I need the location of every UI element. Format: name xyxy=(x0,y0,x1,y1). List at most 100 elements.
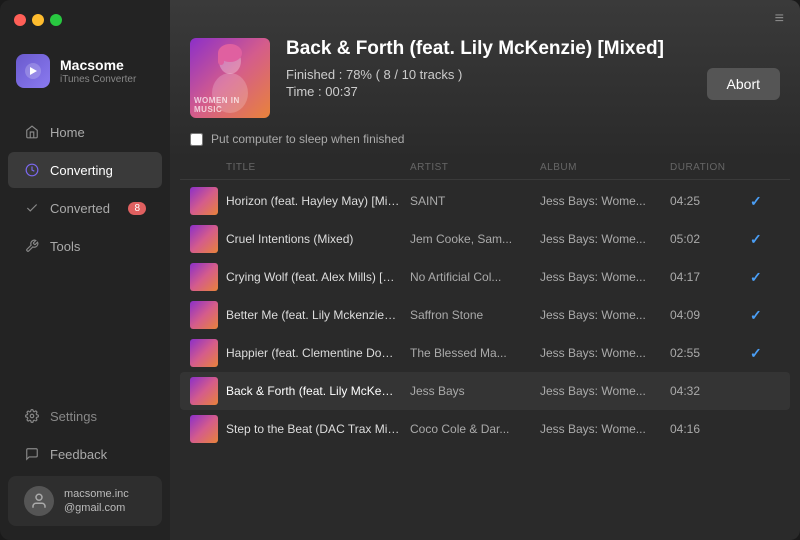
track-list-header: TITLE ARTIST ALBUM DURATION xyxy=(180,156,790,180)
sidebar-label-converted: Converted xyxy=(50,201,110,216)
track-thumb-4 xyxy=(190,339,226,367)
user-email: macsome.inc @gmail.com xyxy=(64,487,129,516)
album-art-inner: WOMEN INMUSIC xyxy=(190,38,270,118)
sidebar-item-converted[interactable]: Converted 8 xyxy=(8,190,162,226)
track-title-2: Crying Wolf (feat. Alex Mills) [Mixed] xyxy=(226,270,410,284)
user-email-line1: macsome.inc xyxy=(64,488,129,500)
track-thumb-5 xyxy=(190,377,226,405)
sleep-checkbox-label: Put computer to sleep when finished xyxy=(211,132,404,146)
track-album-5: Jess Bays: Wome... xyxy=(540,384,670,398)
track-duration-3: 04:09 xyxy=(670,308,750,322)
track-rows: Horizon (feat. Hayley May) [Mixed] SAINT… xyxy=(180,182,790,448)
sleep-checkbox-row: Put computer to sleep when finished xyxy=(170,132,800,156)
track-album-2: Jess Bays: Wome... xyxy=(540,270,670,284)
table-row[interactable]: Cruel Intentions (Mixed) Jem Cooke, Sam.… xyxy=(180,220,790,258)
track-duration-6: 04:16 xyxy=(670,422,750,436)
col-thumb xyxy=(190,162,226,173)
sleep-checkbox-input[interactable] xyxy=(190,133,203,146)
app-name: Macsome xyxy=(60,57,136,74)
main-content: ≡ WOMEN INMUSIC Back & Forth (feat. Lily… xyxy=(170,0,800,540)
converted-badge: 8 xyxy=(128,202,146,215)
table-row[interactable]: Back & Forth (feat. Lily McKenzie) [Mi..… xyxy=(180,372,790,410)
track-thumb-6 xyxy=(190,415,226,443)
now-playing-time: Time : 00:37 xyxy=(286,84,691,99)
col-artist: ARTIST xyxy=(410,162,540,173)
col-album: ALBUM xyxy=(540,162,670,173)
track-info: Back & Forth (feat. Lily McKenzie) [Mixe… xyxy=(286,38,691,99)
table-row[interactable]: Crying Wolf (feat. Alex Mills) [Mixed] N… xyxy=(180,258,790,296)
user-email-line2: @gmail.com xyxy=(64,502,125,514)
track-artist-4: The Blessed Ma... xyxy=(410,346,540,360)
settings-icon xyxy=(24,408,40,424)
sidebar-nav: Home Converting Converted 8 xyxy=(0,112,170,386)
now-playing-progress: Finished : 78% ( 8 / 10 tracks ) xyxy=(286,67,691,82)
track-title-0: Horizon (feat. Hayley May) [Mixed] xyxy=(226,194,410,208)
sidebar-label-settings: Settings xyxy=(50,409,97,424)
track-check-0: ✓ xyxy=(750,193,780,210)
abort-button[interactable]: Abort xyxy=(707,68,780,100)
sidebar-item-home[interactable]: Home xyxy=(8,114,162,150)
track-check-3: ✓ xyxy=(750,307,780,324)
track-artist-1: Jem Cooke, Sam... xyxy=(410,232,540,246)
header-bar: ≡ xyxy=(170,0,800,28)
sidebar-item-tools[interactable]: Tools xyxy=(8,228,162,264)
track-thumb-2 xyxy=(190,263,226,291)
album-art-text: WOMEN INMUSIC xyxy=(194,96,240,114)
table-row[interactable]: Horizon (feat. Hayley May) [Mixed] SAINT… xyxy=(180,182,790,220)
menu-icon[interactable]: ≡ xyxy=(775,10,784,28)
sidebar-item-feedback[interactable]: Feedback xyxy=(8,436,162,472)
track-title-4: Happier (feat. Clementine Douglas) [... xyxy=(226,346,410,360)
app-logo xyxy=(16,54,50,88)
track-album-3: Jess Bays: Wome... xyxy=(540,308,670,322)
track-album-1: Jess Bays: Wome... xyxy=(540,232,670,246)
converting-icon xyxy=(24,162,40,178)
album-art: WOMEN INMUSIC xyxy=(190,38,270,118)
close-button[interactable] xyxy=(14,14,26,26)
track-title-1: Cruel Intentions (Mixed) xyxy=(226,232,410,246)
col-duration: DURATION xyxy=(670,162,750,173)
app-title-wrap: Macsome iTunes Converter xyxy=(60,57,136,85)
track-duration-1: 05:02 xyxy=(670,232,750,246)
table-row[interactable]: Happier (feat. Clementine Douglas) [... … xyxy=(180,334,790,372)
track-artist-5: Jess Bays xyxy=(410,384,540,398)
track-check-4: ✓ xyxy=(750,345,780,362)
sidebar-label-home: Home xyxy=(50,125,85,140)
track-duration-0: 04:25 xyxy=(670,194,750,208)
minimize-button[interactable] xyxy=(32,14,44,26)
maximize-button[interactable] xyxy=(50,14,62,26)
track-duration-5: 04:32 xyxy=(670,384,750,398)
col-status xyxy=(750,162,780,173)
track-duration-4: 02:55 xyxy=(670,346,750,360)
track-thumb-1 xyxy=(190,225,226,253)
track-duration-2: 04:17 xyxy=(670,270,750,284)
track-artist-0: SAINT xyxy=(410,194,540,208)
app-header: Macsome iTunes Converter xyxy=(0,36,170,104)
converted-icon xyxy=(24,200,40,216)
track-thumb-3 xyxy=(190,301,226,329)
app-subtitle: iTunes Converter xyxy=(60,74,136,85)
track-album-0: Jess Bays: Wome... xyxy=(540,194,670,208)
user-profile[interactable]: macsome.inc @gmail.com xyxy=(8,476,162,526)
window-controls[interactable] xyxy=(14,14,62,26)
table-row[interactable]: Better Me (feat. Lily Mckenzie) [Mixed] … xyxy=(180,296,790,334)
track-artist-6: Coco Cole & Dar... xyxy=(410,422,540,436)
tools-icon xyxy=(24,238,40,254)
track-list: TITLE ARTIST ALBUM DURATION Horizon (fea… xyxy=(170,156,800,540)
track-check-2: ✓ xyxy=(750,269,780,286)
feedback-icon xyxy=(24,446,40,462)
sidebar-label-tools: Tools xyxy=(50,239,80,254)
col-title: TITLE xyxy=(226,162,410,173)
sidebar-item-converting[interactable]: Converting xyxy=(8,152,162,188)
track-album-4: Jess Bays: Wome... xyxy=(540,346,670,360)
track-thumb-0 xyxy=(190,187,226,215)
sidebar-item-settings[interactable]: Settings xyxy=(8,398,162,434)
track-check-1: ✓ xyxy=(750,231,780,248)
sidebar: Macsome iTunes Converter Home Convert xyxy=(0,0,170,540)
sidebar-label-converting: Converting xyxy=(50,163,113,178)
now-playing: WOMEN INMUSIC Back & Forth (feat. Lily M… xyxy=(170,28,800,132)
sidebar-label-feedback: Feedback xyxy=(50,447,107,462)
track-artist-3: Saffron Stone xyxy=(410,308,540,322)
table-row[interactable]: Step to the Beat (DAC Trax Mix) [Mixed] … xyxy=(180,410,790,448)
track-title-5: Back & Forth (feat. Lily McKenzie) [Mi..… xyxy=(226,384,410,398)
sidebar-bottom: Settings Feedback macsome.inc @gmail.com xyxy=(0,386,170,540)
